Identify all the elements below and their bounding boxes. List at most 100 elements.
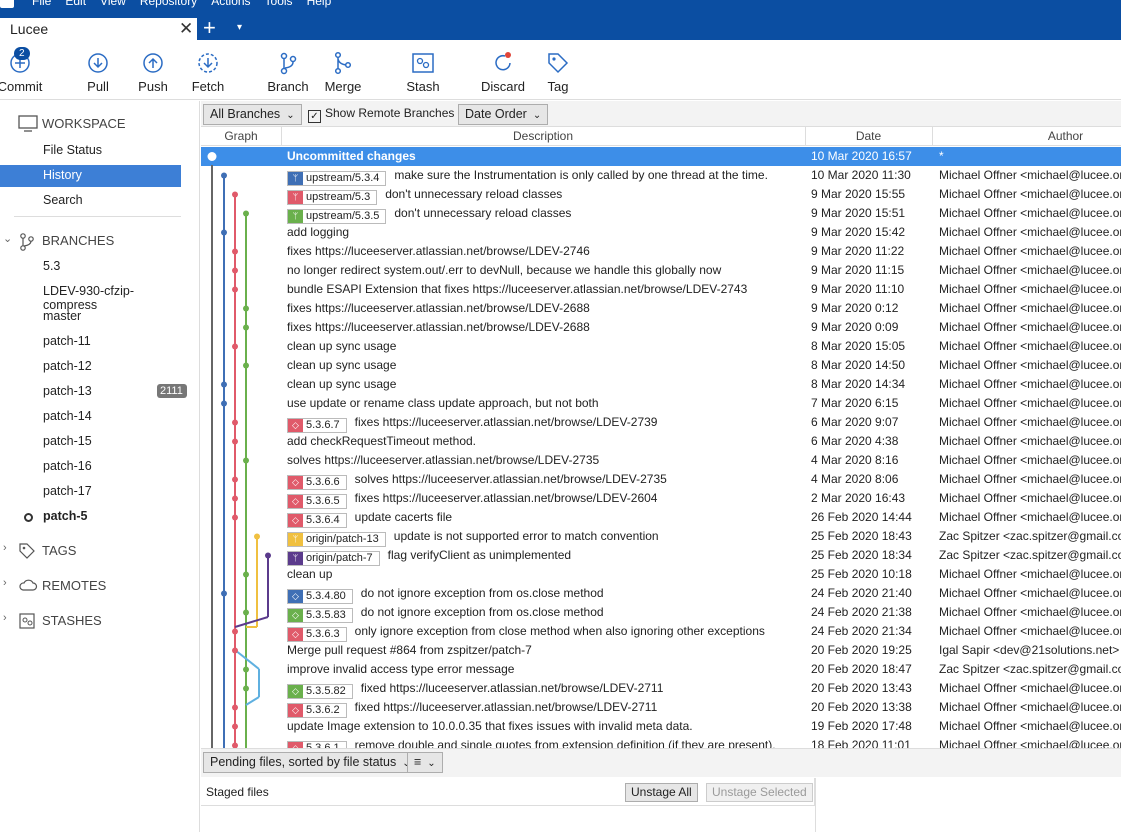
sidebar-item-file-status[interactable]: File Status (0, 140, 181, 162)
commit-row[interactable]: add logging 9 Mar 2020 15:42 Michael Offne… (201, 223, 1121, 242)
menu-item-edit[interactable]: Edit (65, 0, 86, 8)
branches-select[interactable]: All Branches ⌄ (203, 104, 302, 125)
tag-label[interactable]: ◇ 5.3.6.2 (287, 703, 347, 718)
commit-row[interactable]: ◇ 5.3.6.7 fixes https://luceeserver.atlass… (201, 413, 1121, 433)
branch-label[interactable]: ᛘ origin/patch-7 (287, 551, 380, 566)
commit-row[interactable]: no longer redirect system.out/.err to de… (201, 261, 1121, 280)
commit-row[interactable]: ᛘ origin/patch-13 update is not supported … (201, 527, 1121, 547)
commit-row[interactable]: Uncommitted changes 10 Mar 2020 16:57 * (201, 147, 1121, 166)
commit-row[interactable]: Merge pull request #864 from zspitzer/pa… (201, 641, 1121, 660)
branch-label[interactable]: ᛘ upstream/5.3 (287, 190, 378, 205)
commit-row[interactable]: ᛘ upstream/5.3.4 make sure the Instrumenta… (201, 166, 1121, 186)
commit-row[interactable]: bundle ESAPI Extension that fixes https:… (201, 280, 1121, 299)
column-header-author[interactable]: Author (932, 129, 1121, 143)
sidebar-item-branch[interactable]: patch-15 (0, 431, 181, 453)
branch-label[interactable]: ᛘ upstream/5.3.5 (287, 209, 387, 224)
chevron-down-icon[interactable]: ⌄ (3, 232, 12, 245)
sidebar-item-branch[interactable]: patch-12 (0, 356, 181, 378)
commit-button[interactable]: Commit 2 (0, 40, 50, 100)
repo-tab[interactable]: Lucee ✕ (0, 18, 197, 40)
sidebar-item-branch[interactable]: 5.3 (0, 256, 181, 278)
commit-row[interactable]: update Image extension to 10.0.0.35 that… (201, 717, 1121, 736)
tag-button[interactable]: Tag (528, 40, 588, 100)
fetch-button[interactable]: Fetch (178, 40, 238, 100)
commit-row[interactable]: ◇ 5.3.6.5 fixes https://luceeserver.atlass… (201, 489, 1121, 509)
sidebar-item-branch[interactable]: patch-16 (0, 456, 181, 478)
menu-item-tools[interactable]: Tools (265, 0, 293, 8)
pending-files-select[interactable]: Pending files, sorted by file status⌄ (203, 752, 418, 773)
tag-label[interactable]: ◇ 5.3.6.6 (287, 475, 347, 490)
unstage-selected-button[interactable]: Unstage Selected (706, 783, 813, 802)
branch-label[interactable]: ᛘ origin/patch-13 (287, 532, 386, 547)
checkbox-checked-icon[interactable]: ✓ (308, 110, 321, 123)
chevron-right-icon[interactable]: › (3, 612, 7, 624)
commit-row[interactable]: ᛘ upstream/5.3 don't unnecessary reload cl… (201, 185, 1121, 205)
commit-row[interactable]: ◇ 5.3.5.82 fixed https://luceeserver.atlas… (201, 679, 1121, 699)
pull-button[interactable]: Pull (68, 40, 128, 100)
sidebar-item-search[interactable]: Search (0, 190, 181, 212)
tag-label[interactable]: ◇ 5.3.6.5 (287, 494, 347, 509)
discard-button[interactable]: Discard (473, 40, 533, 100)
branch-label[interactable]: ᛘ upstream/5.3.4 (287, 171, 387, 186)
commit-row[interactable]: ◇ 5.3.5.83 do not ignore exception from os… (201, 603, 1121, 623)
menu-item-file[interactable]: File (32, 0, 51, 8)
chevron-right-icon[interactable]: › (3, 577, 7, 589)
new-tab-button[interactable]: + (203, 17, 216, 39)
commit-row[interactable]: improve invalid access type error messag… (201, 660, 1121, 679)
tags-section[interactable]: › TAGS (0, 539, 200, 563)
menu-item-view[interactable]: View (100, 0, 126, 8)
close-icon[interactable]: ✕ (179, 19, 193, 39)
commit-row[interactable]: clean up sync usage 8 Mar 2020 14:50 Micha… (201, 356, 1121, 375)
tag-label[interactable]: ◇ 5.3.5.82 (287, 684, 353, 699)
menu-item-repository[interactable]: Repository (140, 0, 197, 8)
menu-item-help[interactable]: Help (307, 0, 332, 8)
commit-row[interactable]: use update or rename class update approa… (201, 394, 1121, 413)
commit-row[interactable]: add checkRequestTimeout method. 6 Mar 202… (201, 432, 1121, 451)
sidebar-item-history[interactable]: History (0, 165, 181, 187)
column-header-graph[interactable]: Graph (201, 129, 281, 143)
menu-item-actions[interactable]: Actions (211, 0, 250, 8)
merge-button[interactable]: Merge (313, 40, 373, 100)
stashes-section[interactable]: › STASHES (0, 609, 200, 633)
stash-button[interactable]: Stash (393, 40, 453, 100)
commit-row[interactable]: ◇ 5.3.6.2 fixed https://luceeserver.atlass… (201, 698, 1121, 718)
commit-row[interactable]: solves https://luceeserver.atlassian.net… (201, 451, 1121, 470)
branches-section[interactable]: ⌄ BRANCHES (0, 229, 200, 253)
sidebar-item-branch[interactable]: master (0, 306, 181, 328)
column-header-date[interactable]: Date (805, 129, 932, 143)
commit-row[interactable]: ◇ 5.3.6.3 only ignore exception from close… (201, 622, 1121, 642)
commit-row[interactable]: clean up 25 Feb 2020 10:18 Michael Offner … (201, 565, 1121, 584)
sidebar-item-branch[interactable]: patch-14 (0, 406, 181, 428)
commit-row[interactable]: ◇ 5.3.4.80 do not ignore exception from os… (201, 584, 1121, 604)
commit-row[interactable]: fixes https://luceeserver.atlassian.net/… (201, 242, 1121, 261)
remotes-section[interactable]: › REMOTES (0, 574, 200, 598)
commit-row[interactable]: clean up sync usage 8 Mar 2020 14:34 Micha… (201, 375, 1121, 394)
commit-row[interactable]: clean up sync usage 8 Mar 2020 15:05 Micha… (201, 337, 1121, 356)
chevron-down-icon[interactable]: ▾ (237, 22, 242, 33)
commit-row[interactable]: fixes https://luceeserver.atlassian.net/… (201, 299, 1121, 318)
unstage-all-button[interactable]: Unstage All (625, 783, 698, 802)
tag-label[interactable]: ◇ 5.3.6.4 (287, 513, 347, 528)
sidebar-item-branch[interactable]: LDEV-930-cfzip-compress (0, 281, 181, 312)
commit-row[interactable]: ᛘ origin/patch-7 flag verifyClient as unim… (201, 546, 1121, 566)
tag-label[interactable]: ◇ 5.3.5.83 (287, 608, 353, 623)
sidebar-item-branch[interactable]: patch-5 (0, 506, 181, 528)
commit-row[interactable]: ᛘ upstream/5.3.5 don't unnecessary reload … (201, 204, 1121, 224)
tag-label[interactable]: ◇ 5.3.6.3 (287, 627, 347, 642)
tag-label[interactable]: ◇ 5.3.6.7 (287, 418, 347, 433)
tag-label[interactable]: ◇ 5.3.6.1 (287, 741, 347, 748)
branch-button[interactable]: Branch (258, 40, 318, 100)
commit-row[interactable]: ◇ 5.3.6.6 solves https://luceeserver.atlas… (201, 470, 1121, 490)
commit-row[interactable]: ◇ 5.3.6.4 update cacerts file 26 Feb 2020 1… (201, 508, 1121, 528)
workspace-section[interactable]: WORKSPACE (0, 112, 200, 136)
sidebar-item-branch[interactable]: patch-11 (0, 331, 181, 353)
column-header-description[interactable]: Description (281, 129, 805, 143)
sidebar-item-branch[interactable]: patch-17 (0, 481, 181, 503)
show-remote-branches-checkbox[interactable]: ✓ Show Remote Branches (308, 106, 454, 123)
commit-row[interactable]: ◇ 5.3.6.1 remove double and single quotes … (201, 736, 1121, 748)
sidebar-item-branch[interactable]: patch-13 2111 (0, 381, 187, 403)
push-button[interactable]: Push (123, 40, 183, 100)
view-mode-select[interactable]: ≡ ⌄ (407, 752, 443, 773)
tag-label[interactable]: ◇ 5.3.4.80 (287, 589, 353, 604)
commit-row[interactable]: fixes https://luceeserver.atlassian.net/… (201, 318, 1121, 337)
